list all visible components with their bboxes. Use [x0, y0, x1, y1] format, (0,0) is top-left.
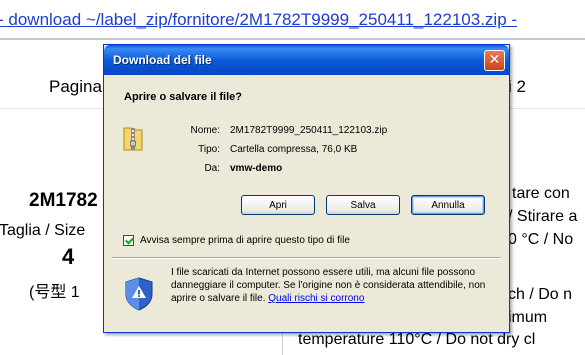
bg-korean-text: (号型 1 — [29, 284, 80, 301]
bg-care-text-5: imum — [508, 309, 548, 326]
warning-message: I file scaricati da Internet possono ess… — [171, 266, 496, 305]
close-button[interactable]: ✕ — [484, 50, 505, 71]
bg-pagina-text: Pagina — [49, 77, 102, 96]
bg-care-text-4: ch / Do n — [508, 286, 573, 303]
security-shield-icon — [125, 277, 153, 311]
file-type-value: Cartella compressa, 76,0 KB — [230, 144, 358, 155]
file-name-value: 2M1782T9999_250411_122103.zip — [230, 125, 388, 136]
from-label: Da: — [204, 163, 220, 174]
bg-size-number: 4 — [62, 244, 75, 269]
type-label: Tipo: — [198, 144, 220, 155]
bg-care-text-1: tare con — [512, 185, 570, 202]
bg-care-text-6: temperature 110°C / Do not dry cl — [298, 331, 536, 348]
risks-link[interactable]: Quali rischi si corrono — [268, 293, 364, 304]
close-icon: ✕ — [488, 52, 501, 68]
bg-care-text-2: / Stirare a — [508, 208, 578, 225]
zip-folder-icon — [123, 127, 143, 151]
always-ask-checkbox[interactable] — [123, 235, 134, 246]
bg-product-code: 2M1782 — [29, 190, 98, 211]
dialog-question: Aprire o salvare il file? — [124, 91, 242, 103]
download-link[interactable]: - download ~/label_zip/fornitore/2M1782T… — [0, 10, 517, 30]
bg-page-count-text: i 2 — [508, 77, 526, 96]
dialog-separator-highlight — [112, 258, 501, 259]
bg-taglia-text: Taglia / Size — [0, 222, 86, 239]
bg-care-text-3: 0 °C / No — [508, 231, 574, 248]
dialog-titlebar[interactable]: Download del file ✕ — [104, 45, 509, 75]
always-ask-label[interactable]: Avvisa sempre prima di aprire questo tip… — [140, 235, 350, 246]
dialog-title: Download del file — [113, 53, 212, 67]
open-button[interactable]: Apri — [241, 195, 315, 215]
cancel-button[interactable]: Annulla — [411, 195, 485, 215]
page-divider — [0, 38, 585, 40]
download-dialog: Download del file ✕ Aprire o salvare il … — [103, 44, 510, 333]
save-button[interactable]: Salva — [326, 195, 400, 215]
browser-page-header: - download ~/label_zip/fornitore/2M1782T… — [0, 0, 585, 40]
name-label: Nome: — [190, 125, 220, 136]
file-source-value: vmw-demo — [230, 163, 283, 174]
